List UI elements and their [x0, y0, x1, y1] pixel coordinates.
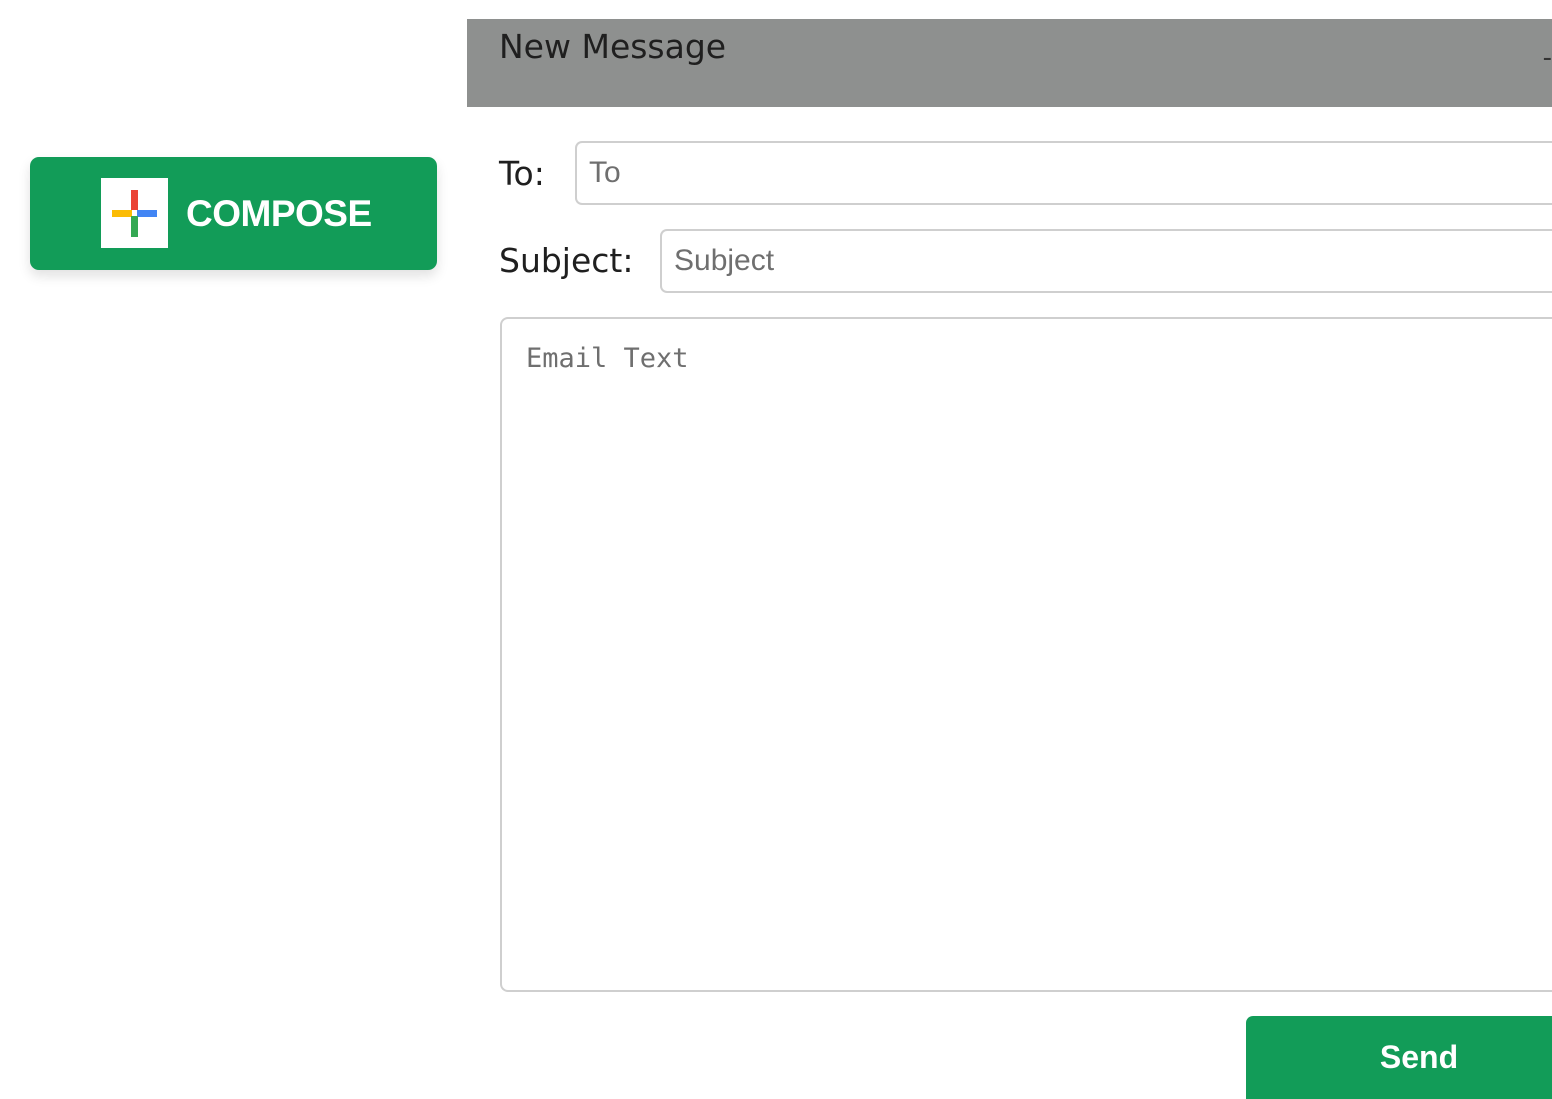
- compose-button[interactable]: COMPOSE: [30, 157, 437, 270]
- to-label: To:: [499, 154, 545, 193]
- page: COMPOSE New Message - To: Subject: Send: [0, 0, 1552, 1099]
- send-button[interactable]: Send: [1246, 1016, 1552, 1099]
- compose-label: COMPOSE: [186, 193, 372, 234]
- message-header: New Message -: [467, 19, 1552, 107]
- plus-icon: [101, 178, 168, 248]
- subject-input[interactable]: [660, 229, 1552, 293]
- new-message-window: New Message - To: Subject: Send: [467, 19, 1552, 1099]
- email-body-textarea[interactable]: [500, 317, 1552, 992]
- minimize-icon[interactable]: -: [1543, 43, 1552, 73]
- message-title: New Message: [499, 27, 727, 66]
- to-input[interactable]: [575, 141, 1552, 205]
- subject-label: Subject:: [499, 241, 634, 280]
